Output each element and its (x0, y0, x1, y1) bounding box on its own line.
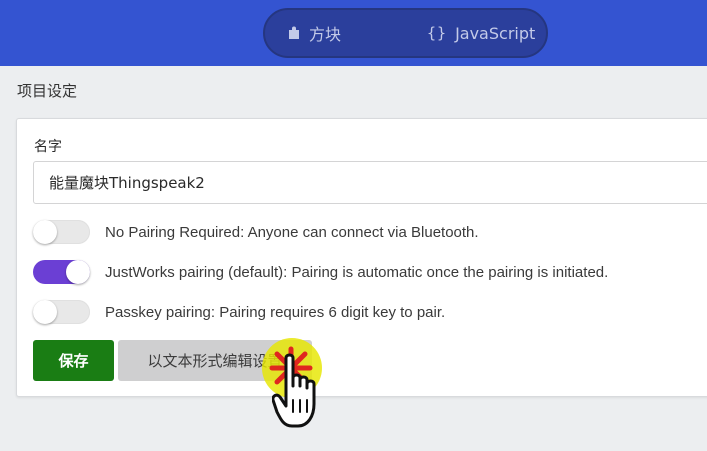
toggle-knob (33, 300, 57, 324)
passkey-label: Passkey pairing: Pairing requires 6 digi… (105, 303, 446, 321)
tab-blocks[interactable]: 方块 (287, 10, 341, 56)
justworks-label: JustWorks pairing (default): Pairing is … (105, 263, 609, 281)
pairing-option-passkey: Passkey pairing: Pairing requires 6 digi… (33, 299, 445, 325)
tab-blocks-label: 方块 (309, 25, 342, 44)
pairing-option-no-pairing: No Pairing Required: Anyone can connect … (33, 219, 479, 245)
puzzle-piece-icon (287, 25, 301, 41)
name-label: 名字 (34, 139, 62, 155)
no-pairing-toggle[interactable] (33, 220, 90, 244)
pairing-option-justworks: JustWorks pairing (default): Pairing is … (33, 259, 608, 285)
justworks-toggle[interactable] (33, 260, 90, 284)
tab-javascript-label: JavaScript (455, 23, 536, 43)
settings-card: 名字 No Pairing Required: Anyone can conne… (16, 118, 707, 397)
save-button[interactable]: 保存 (33, 340, 114, 381)
toggle-knob (33, 220, 57, 244)
toggle-knob (66, 260, 90, 284)
top-menu-bar: 方块 {} JavaScript (0, 0, 707, 66)
editor-toggle: 方块 {} JavaScript (263, 8, 548, 58)
hand-pointer-icon (272, 353, 316, 428)
name-input[interactable] (33, 161, 707, 204)
page-title: 项目设定 (17, 82, 78, 100)
braces-icon: {} (427, 24, 448, 42)
tab-javascript[interactable]: {} JavaScript (427, 10, 535, 56)
no-pairing-label: No Pairing Required: Anyone can connect … (105, 223, 479, 241)
passkey-toggle[interactable] (33, 300, 90, 324)
